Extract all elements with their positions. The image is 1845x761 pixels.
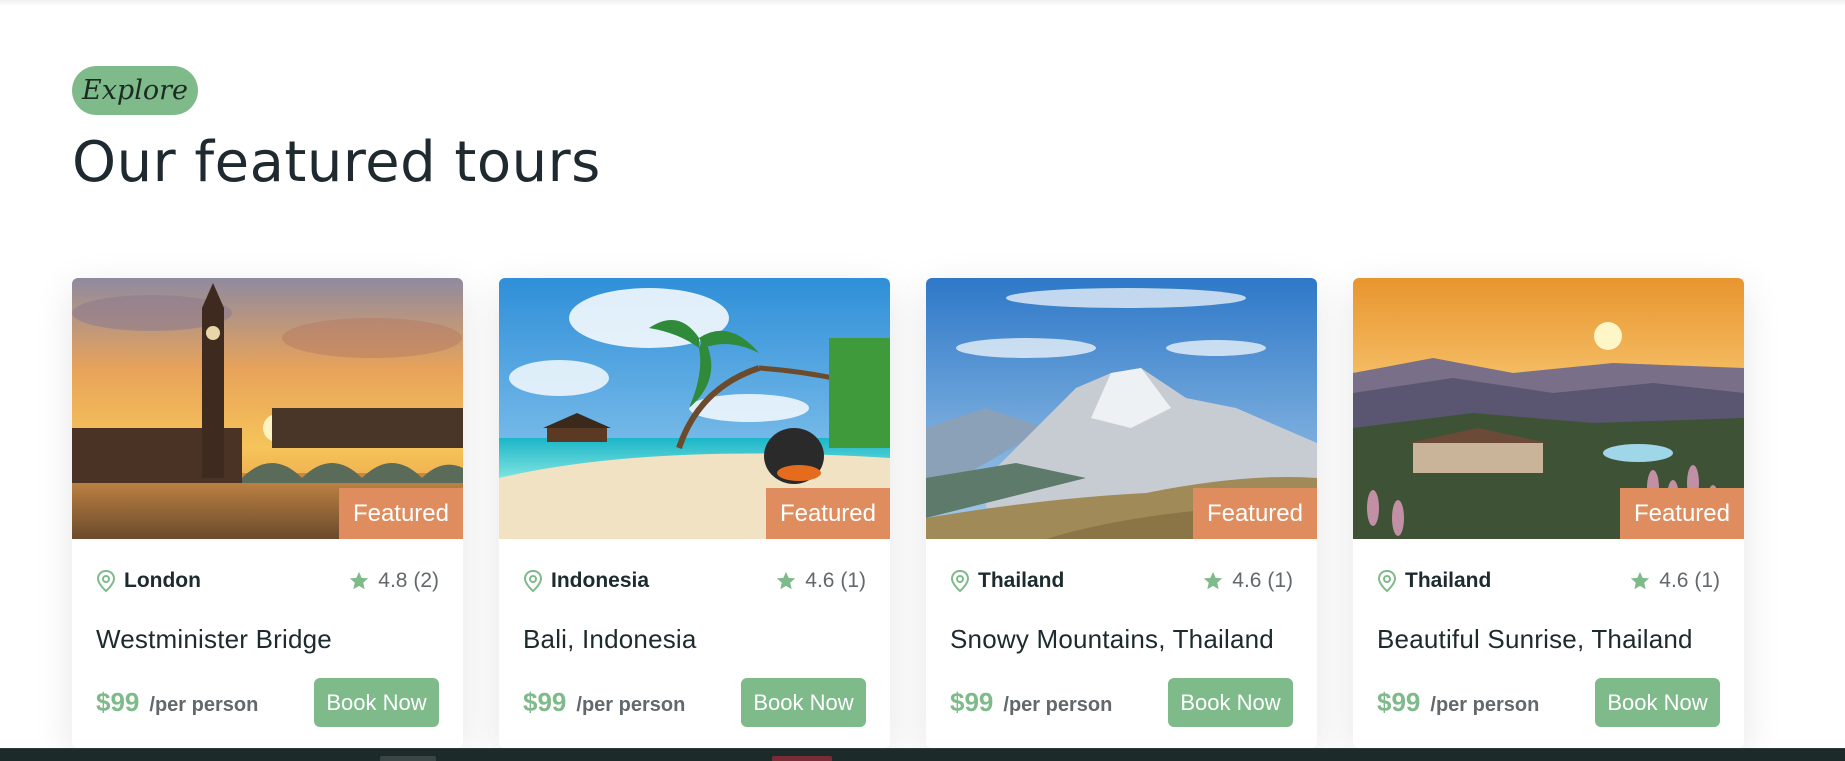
tour-location: Thailand	[950, 569, 1064, 593]
tour-price: $99 /per person	[523, 687, 685, 718]
star-icon	[1204, 571, 1223, 590]
page-top-edge	[0, 0, 1845, 6]
rating-value: 4.6 (1)	[805, 569, 866, 592]
tour-image-snowy-mountains[interactable]: Featured	[926, 278, 1317, 539]
star-icon	[350, 571, 369, 590]
location-label: Thailand	[978, 569, 1065, 592]
price-unit: /per person	[576, 694, 686, 716]
taskbar-item[interactable]	[380, 756, 436, 761]
tour-title[interactable]: Beautiful Sunrise, Thailand	[1377, 624, 1693, 655]
tour-price: $99 /per person	[1377, 687, 1539, 718]
price-amount: $99	[950, 687, 994, 717]
tour-image-beautiful-sunrise[interactable]: Featured	[1353, 278, 1744, 539]
tour-card[interactable]: Featured Thailand 4.6 (1) Beautiful Sunr…	[1353, 278, 1744, 748]
tour-price: $99 /per person	[950, 687, 1112, 718]
tour-rating: 4.6 (1)	[1202, 569, 1293, 593]
location-label: Thailand	[1405, 569, 1492, 592]
os-taskbar	[0, 748, 1845, 761]
featured-badge: Featured	[765, 488, 890, 539]
tour-image-indonesia[interactable]: Featured	[499, 278, 890, 539]
featured-badge: Featured	[338, 488, 463, 539]
book-now-button[interactable]: Book Now	[314, 678, 439, 727]
featured-badge: Featured	[1192, 488, 1317, 539]
rating-value: 4.8 (2)	[378, 569, 439, 592]
page-title: Our featured tours	[72, 130, 601, 195]
tour-rating: 4.6 (1)	[1629, 569, 1720, 593]
tour-image-london[interactable]: Featured	[72, 278, 463, 539]
map-pin-icon	[96, 570, 116, 592]
taskbar-item[interactable]	[772, 756, 832, 761]
tour-title[interactable]: Westminister Bridge	[96, 624, 332, 655]
tour-title[interactable]: Snowy Mountains, Thailand	[950, 624, 1274, 655]
tour-card[interactable]: Featured London 4.8 (2) Westminister Bri…	[72, 278, 463, 748]
map-pin-icon	[523, 570, 543, 592]
map-pin-icon	[950, 570, 970, 592]
tour-card[interactable]: Featured Indonesia 4.6 (1) Bali, Indones…	[499, 278, 890, 748]
book-now-button[interactable]: Book Now	[1595, 678, 1720, 727]
tour-title[interactable]: Bali, Indonesia	[523, 624, 697, 655]
star-icon	[1631, 571, 1650, 590]
tour-location: Indonesia	[523, 569, 649, 593]
map-pin-icon	[1377, 570, 1397, 592]
price-unit: /per person	[149, 694, 259, 716]
price-amount: $99	[523, 687, 567, 717]
price-unit: /per person	[1003, 694, 1113, 716]
rating-value: 4.6 (1)	[1232, 569, 1293, 592]
tour-card[interactable]: Featured Thailand 4.6 (1) Snowy Mountain…	[926, 278, 1317, 748]
book-now-button[interactable]: Book Now	[1168, 678, 1293, 727]
tour-location: Thailand	[1377, 569, 1491, 593]
rating-value: 4.6 (1)	[1659, 569, 1720, 592]
tour-rating: 4.8 (2)	[348, 569, 439, 593]
tour-rating: 4.6 (1)	[775, 569, 866, 593]
tour-location: London	[96, 569, 201, 593]
book-now-button[interactable]: Book Now	[741, 678, 866, 727]
tour-price: $99 /per person	[96, 687, 258, 718]
star-icon	[777, 571, 796, 590]
price-unit: /per person	[1430, 694, 1540, 716]
location-label: London	[124, 569, 201, 592]
price-amount: $99	[96, 687, 140, 717]
price-amount: $99	[1377, 687, 1421, 717]
tour-cards: Featured London 4.8 (2) Westminister Bri…	[72, 278, 1744, 748]
featured-badge: Featured	[1619, 488, 1744, 539]
explore-pill: Explore	[72, 66, 198, 115]
location-label: Indonesia	[551, 569, 650, 592]
